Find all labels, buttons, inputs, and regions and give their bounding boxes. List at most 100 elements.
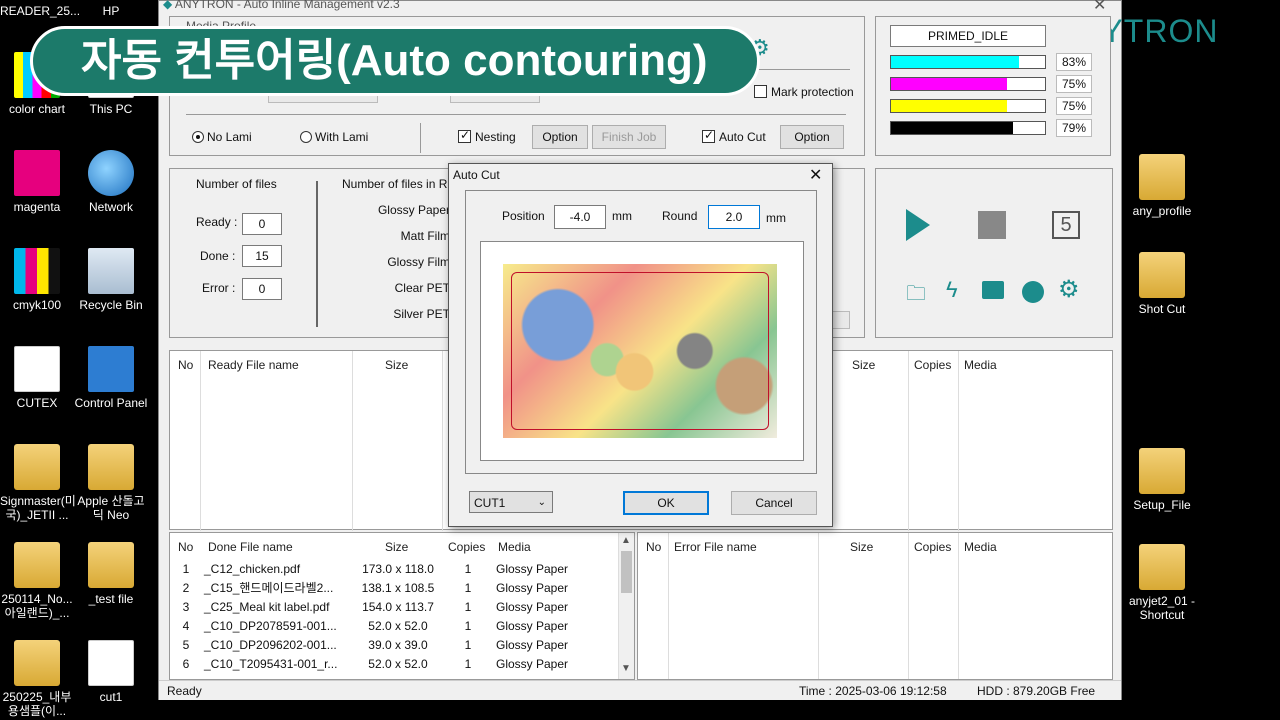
done-file-list[interactable]: No Done File name Size Copies Media 1 _C1… bbox=[169, 532, 635, 680]
done-table: 1 _C12_chicken.pdf 173.0 x 118.0 1 Glossy Pa… bbox=[172, 559, 608, 673]
desktop-icon[interactable]: cmyk100 bbox=[0, 248, 74, 312]
col-error-file-name[interactable]: Error File name bbox=[674, 540, 757, 554]
cut-mode-select[interactable]: CUT1 ⌄ bbox=[469, 491, 553, 513]
auto-cut-option-button[interactable]: Option bbox=[780, 125, 844, 149]
stop-icon[interactable] bbox=[978, 211, 1006, 239]
col-size-right[interactable]: Size bbox=[852, 358, 875, 372]
status-time: Time : 2025-03-06 19:12:58 bbox=[799, 684, 947, 698]
finish-job-button[interactable]: Finish Job bbox=[592, 125, 666, 149]
status-bar: Ready Time : 2025-03-06 19:12:58 HDD : 8… bbox=[159, 680, 1121, 700]
desktop-icon-label: Signmaster(미국)_JETII ... bbox=[0, 494, 76, 522]
desktop-icon[interactable]: 250225_내부용샘플(이... bbox=[0, 640, 74, 718]
banner-text: 자동 컨투어링(Auto contouring) bbox=[81, 36, 708, 85]
with-lami-radio[interactable]: With Lami bbox=[300, 130, 368, 144]
play-icon[interactable] bbox=[906, 209, 930, 241]
scroll-thumb[interactable] bbox=[621, 551, 632, 593]
col-ready-file-name[interactable]: Ready File name bbox=[208, 358, 299, 372]
table-cell: _C10_DP2096202-001... bbox=[204, 637, 337, 652]
error-file-list[interactable]: No Error File name Size Copies Media bbox=[637, 532, 1113, 680]
col-no[interactable]: No bbox=[646, 540, 661, 554]
column-separator bbox=[818, 533, 819, 679]
scroll-up-icon[interactable]: ▲ bbox=[621, 535, 631, 546]
desktop-icon[interactable]: Shot Cut bbox=[1124, 252, 1200, 316]
table-row[interactable]: 2 _C15_핸드메이드라벨2... 138.1 x 108.5 1 Glossy Pa… bbox=[172, 578, 608, 597]
mark-protection-checkbox[interactable]: Mark protection bbox=[754, 85, 854, 99]
col-done-file-name[interactable]: Done File name bbox=[208, 540, 293, 554]
scroll-down-icon[interactable]: ▼ bbox=[621, 663, 631, 674]
desktop-icon[interactable]: Apple 산돌고딕 Neo bbox=[74, 444, 148, 522]
table-cell: Glossy Paper bbox=[496, 637, 569, 652]
ink-level-bar bbox=[890, 55, 1046, 69]
desktop-icon[interactable]: Network bbox=[74, 150, 148, 214]
col-size[interactable]: Size bbox=[850, 540, 873, 554]
folder-icon[interactable]: 🗀 bbox=[906, 279, 926, 313]
position-input[interactable]: -4.0 bbox=[554, 205, 606, 229]
desktop-icon[interactable]: 250114_No...아일랜드)_... bbox=[0, 542, 74, 620]
scrollbar[interactable]: ▲ ▼ bbox=[618, 533, 634, 679]
with-lami-label: With Lami bbox=[315, 130, 369, 144]
col-copies[interactable]: Copies bbox=[914, 540, 951, 554]
counter-icon[interactable]: 5 bbox=[1052, 211, 1080, 239]
round-label: Round bbox=[662, 209, 698, 223]
desktop-icon[interactable]: Control Panel bbox=[74, 346, 148, 410]
desktop-icon-label: color chart bbox=[8, 102, 66, 116]
desktop-icon[interactable]: CUTEX bbox=[0, 346, 74, 410]
cancel-button[interactable]: Cancel bbox=[731, 491, 817, 515]
done-count: 15 bbox=[242, 245, 282, 267]
table-row[interactable]: 1 _C12_chicken.pdf 173.0 x 118.0 1 Glossy Pa… bbox=[172, 559, 608, 578]
table-cell: _C25_Meal kit label.pdf bbox=[204, 599, 330, 614]
auto-cut-checkbox[interactable]: Auto Cut bbox=[702, 128, 766, 144]
table-row[interactable]: 5 _C10_DP2096202-001... 39.0 x 39.0 1 Glossy… bbox=[172, 635, 608, 654]
table-row[interactable]: 4 _C10_DP2078591-001... 52.0 x 52.0 1 Glossy… bbox=[172, 616, 608, 635]
status-state: Ready bbox=[167, 684, 202, 698]
desktop-icon[interactable]: any_profile bbox=[1124, 154, 1200, 218]
desktop-icon[interactable]: Signmaster(미국)_JETII ... bbox=[0, 444, 76, 522]
round-input[interactable]: 2.0 bbox=[708, 205, 760, 229]
nesting-option-button[interactable]: Option bbox=[532, 125, 588, 149]
folder-icon bbox=[14, 444, 60, 490]
desktop-icon[interactable]: Setup_File bbox=[1124, 448, 1200, 512]
cutter-icon[interactable] bbox=[1022, 281, 1044, 303]
col-media[interactable]: Media bbox=[498, 540, 531, 554]
nesting-checkbox[interactable]: Nesting bbox=[458, 128, 516, 144]
col-size[interactable]: Size bbox=[385, 358, 408, 372]
ink-level-percent: 75% bbox=[1056, 75, 1092, 93]
desktop-icon[interactable]: READER_25... bbox=[0, 4, 80, 18]
desktop-icon[interactable]: anyjet2_01 - Shortcut bbox=[1124, 544, 1200, 622]
ink-level-bar bbox=[890, 77, 1046, 91]
close-icon[interactable]: ✕ bbox=[809, 165, 822, 185]
col-no[interactable]: No bbox=[178, 540, 193, 554]
col-copies-right[interactable]: Copies bbox=[914, 358, 951, 372]
table-row[interactable]: 3 _C25_Meal kit label.pdf 154.0 x 113.7 1 Gl… bbox=[172, 597, 608, 616]
divider bbox=[316, 181, 318, 327]
control-panel-icon bbox=[88, 346, 134, 392]
table-cell: 1 bbox=[464, 580, 472, 595]
col-no[interactable]: No bbox=[178, 358, 193, 372]
table-cell: 1 bbox=[182, 561, 190, 576]
desktop-icon[interactable]: magenta bbox=[0, 150, 74, 214]
table-row[interactable]: 6 _C10_T2095431-001_r... 52.0 x 52.0 1 Gloss… bbox=[172, 654, 608, 673]
col-copies[interactable]: Copies bbox=[448, 540, 485, 554]
table-cell: 1 bbox=[464, 637, 472, 652]
table-cell: Glossy Paper bbox=[496, 561, 569, 576]
no-lami-radio[interactable]: No Lami bbox=[192, 130, 252, 144]
ok-button[interactable]: OK bbox=[623, 491, 709, 515]
position-label: Position bbox=[502, 209, 545, 223]
printer-icon[interactable] bbox=[982, 281, 1004, 299]
settings-gear-icon[interactable]: ⚙ bbox=[1058, 275, 1080, 304]
folder-icon bbox=[14, 542, 60, 588]
lightning-icon[interactable]: ϟ bbox=[946, 277, 958, 303]
desktop-icon[interactable]: cut1 bbox=[74, 640, 148, 704]
table-cell: 4 bbox=[182, 618, 190, 633]
column-separator bbox=[668, 533, 669, 679]
error-label: Error : bbox=[202, 281, 236, 295]
col-size[interactable]: Size bbox=[385, 540, 408, 554]
round-unit: mm bbox=[766, 211, 786, 225]
col-media[interactable]: Media bbox=[964, 540, 997, 554]
desktop-icon[interactable]: HP bbox=[74, 4, 148, 18]
col-media-right[interactable]: Media bbox=[964, 358, 997, 372]
desktop-icon[interactable]: Recycle Bin bbox=[74, 248, 148, 312]
ink-level-bar bbox=[890, 99, 1046, 113]
desktop-icon[interactable]: _test file bbox=[74, 542, 148, 606]
control-panel: 5 🗀 ϟ ⚙ bbox=[875, 168, 1113, 338]
